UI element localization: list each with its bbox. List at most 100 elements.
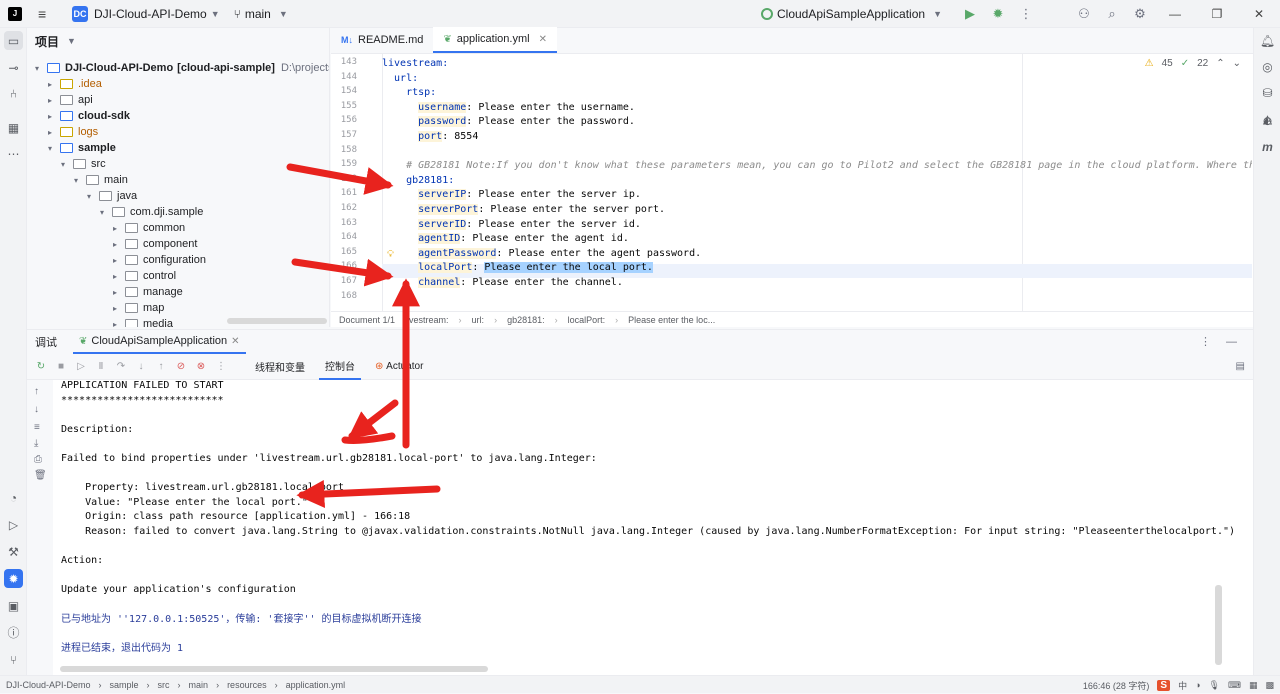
chevron-down-icon[interactable]: ▾: [100, 208, 112, 217]
tree-item[interactable]: ▾ com.dji.sample: [100, 204, 203, 220]
notifications-icon[interactable]: 🔔︎: [1259, 32, 1276, 49]
scroll-down-icon[interactable]: ↓: [34, 404, 39, 415]
ime-skin-icon[interactable]: ▦: [1249, 680, 1258, 691]
project-panel-header[interactable]: 项目 ▼: [27, 28, 329, 54]
chevron-down-icon[interactable]: ▾: [74, 176, 86, 185]
database-icon[interactable]: ⛁: [1259, 84, 1276, 101]
tab-application-yml[interactable]: ❦ application.yml ✕: [433, 27, 557, 53]
mute-breakpoints-icon[interactable]: ⊗: [195, 361, 207, 372]
maximize-button[interactable]: ❐: [1196, 7, 1238, 21]
profiler-icon[interactable]: ◔: [4, 488, 23, 507]
branch-selector[interactable]: ⑂ main ▼: [234, 7, 288, 21]
chevron-down-icon[interactable]: ▾: [35, 64, 47, 73]
ime-voice-icon[interactable]: 🎙︎: [1209, 680, 1220, 691]
console-output[interactable]: APPLICATION FAILED TO START *************…: [53, 380, 1243, 676]
chevron-right-icon[interactable]: ▸: [113, 256, 125, 265]
chevron-down-icon[interactable]: ▾: [48, 144, 60, 153]
chevron-right-icon[interactable]: ▸: [113, 272, 125, 281]
step-out-icon[interactable]: ↑: [155, 361, 167, 372]
chevron-right-icon[interactable]: ▸: [113, 288, 125, 297]
more-icon[interactable]: ⋮: [215, 361, 227, 372]
ai-assistant-icon[interactable]: ◎: [1259, 58, 1276, 75]
structure-icon[interactable]: ▦: [4, 118, 23, 137]
close-button[interactable]: ✕: [1238, 7, 1280, 21]
ime-tools-icon[interactable]: ▩: [1265, 680, 1274, 691]
tree-item[interactable]: ▸ .idea: [48, 76, 102, 92]
commit-icon[interactable]: ⊸: [4, 58, 23, 77]
path-segment[interactable]: src: [158, 680, 170, 690]
rerun-icon[interactable]: ↻: [35, 361, 47, 372]
tab-readme[interactable]: M↓ README.md: [331, 27, 433, 53]
breadcrumb-item[interactable]: livestream:: [405, 315, 449, 325]
chevron-down-icon[interactable]: ▼: [211, 9, 220, 19]
project-selector[interactable]: DJI-Cloud-API-Demo: [94, 7, 207, 21]
debug-session-tab[interactable]: ❦ CloudApiSampleApplication ✕: [73, 330, 246, 354]
tree-item[interactable]: ▸ logs: [48, 124, 98, 140]
chevron-down-icon[interactable]: ▾: [87, 192, 99, 201]
chevron-right-icon[interactable]: ▸: [113, 240, 125, 249]
main-menu-icon[interactable]: ≡: [38, 6, 54, 22]
tree-item[interactable]: ▸ manage: [113, 284, 183, 300]
tab-threads-variables[interactable]: 线程和变量: [249, 354, 311, 380]
chevron-right-icon[interactable]: ▸: [48, 112, 60, 121]
chevron-right-icon[interactable]: ▸: [48, 128, 60, 137]
chevron-right-icon[interactable]: ▸: [113, 320, 125, 328]
ime-keyboard-icon[interactable]: ⌨: [1228, 680, 1241, 691]
tree-item[interactable]: ▸ cloud-sdk: [48, 108, 130, 124]
breadcrumb-item[interactable]: Please enter the loc...: [628, 315, 715, 325]
breadcrumb-item[interactable]: url:: [472, 315, 485, 325]
tree-item[interactable]: ▾ sample: [48, 140, 116, 156]
git-icon[interactable]: ⑂: [4, 650, 23, 669]
panel-options-icon[interactable]: ⋮ —: [1200, 335, 1243, 348]
scroll-up-icon[interactable]: ↑: [34, 386, 39, 397]
breadcrumb-item[interactable]: localPort:: [568, 315, 606, 325]
tree-item[interactable]: ▾ java: [87, 188, 137, 204]
tree-item[interactable]: ▾ src: [61, 156, 106, 172]
search-icon[interactable]: ⌕: [1098, 6, 1126, 22]
tree-item[interactable]: ▸ control: [113, 268, 176, 284]
tree-item[interactable]: ▾ main: [74, 172, 128, 188]
pull-request-icon[interactable]: ⑃: [4, 84, 23, 103]
more-tools-icon[interactable]: ⋯: [4, 144, 23, 163]
path-segment[interactable]: DJI-Cloud-API-Demo: [6, 680, 91, 690]
stop-icon[interactable]: ■: [55, 361, 67, 372]
more-icon[interactable]: ⋮: [1012, 6, 1040, 22]
chevron-right-icon[interactable]: ▸: [113, 304, 125, 313]
path-segment[interactable]: main: [189, 680, 209, 690]
project-tool-icon[interactable]: ▭: [4, 31, 23, 50]
tab-actuator[interactable]: ⊛ Actuator: [369, 354, 429, 380]
terminal-icon[interactable]: ▣: [4, 596, 23, 615]
tree-item[interactable]: ▸ component: [113, 236, 197, 252]
tree-item[interactable]: ▸ map: [113, 300, 164, 316]
vertical-scrollbar[interactable]: [1215, 585, 1222, 665]
resume-icon[interactable]: ▷: [75, 361, 87, 372]
print-icon[interactable]: ⎙: [34, 454, 42, 465]
minimize-button[interactable]: —: [1154, 7, 1196, 21]
path-segment[interactable]: application.yml: [286, 680, 346, 690]
breadcrumb-item[interactable]: gb28181:: [507, 315, 545, 325]
run-configuration-selector[interactable]: CloudApiSampleApplication ▼: [760, 7, 942, 21]
add-user-icon[interactable]: ⚇: [1070, 6, 1098, 22]
tree-item[interactable]: ▸ media: [113, 316, 173, 327]
close-tab-icon[interactable]: ✕: [231, 336, 239, 347]
debug-icon[interactable]: ✹: [984, 6, 1012, 22]
settings-icon[interactable]: ⚙: [1126, 6, 1154, 22]
path-segment[interactable]: sample: [110, 680, 139, 690]
chevron-right-icon[interactable]: ▸: [113, 224, 125, 233]
caret-position[interactable]: 166:46 (28 字符): [1083, 679, 1150, 692]
code-area[interactable]: livestream: url: rtsp: username: Please …: [382, 54, 1252, 313]
tree-item[interactable]: ▸ configuration: [113, 252, 206, 268]
tree-item[interactable]: ▾ DJI-Cloud-API-Demo [cloud-api-sample] D:\…: [35, 60, 329, 76]
globe-icon[interactable]: ⊕: [1259, 112, 1276, 129]
clear-icon[interactable]: 🗑︎: [34, 470, 47, 481]
problems-icon[interactable]: ⓘ: [4, 623, 23, 642]
tab-console[interactable]: 控制台: [319, 354, 361, 380]
lightbulb-icon[interactable]: 💡︎: [387, 249, 394, 260]
maven-icon[interactable]: m: [1259, 138, 1276, 155]
layout-icon[interactable]: ▤: [1236, 361, 1245, 372]
path-segment[interactable]: resources: [227, 680, 267, 690]
chevron-right-icon[interactable]: ▸: [48, 80, 60, 89]
pause-icon[interactable]: Ⅱ: [95, 361, 107, 372]
scroll-to-end-icon[interactable]: ⤓: [34, 438, 38, 449]
breadcrumb-item[interactable]: Document 1/1: [339, 315, 395, 325]
